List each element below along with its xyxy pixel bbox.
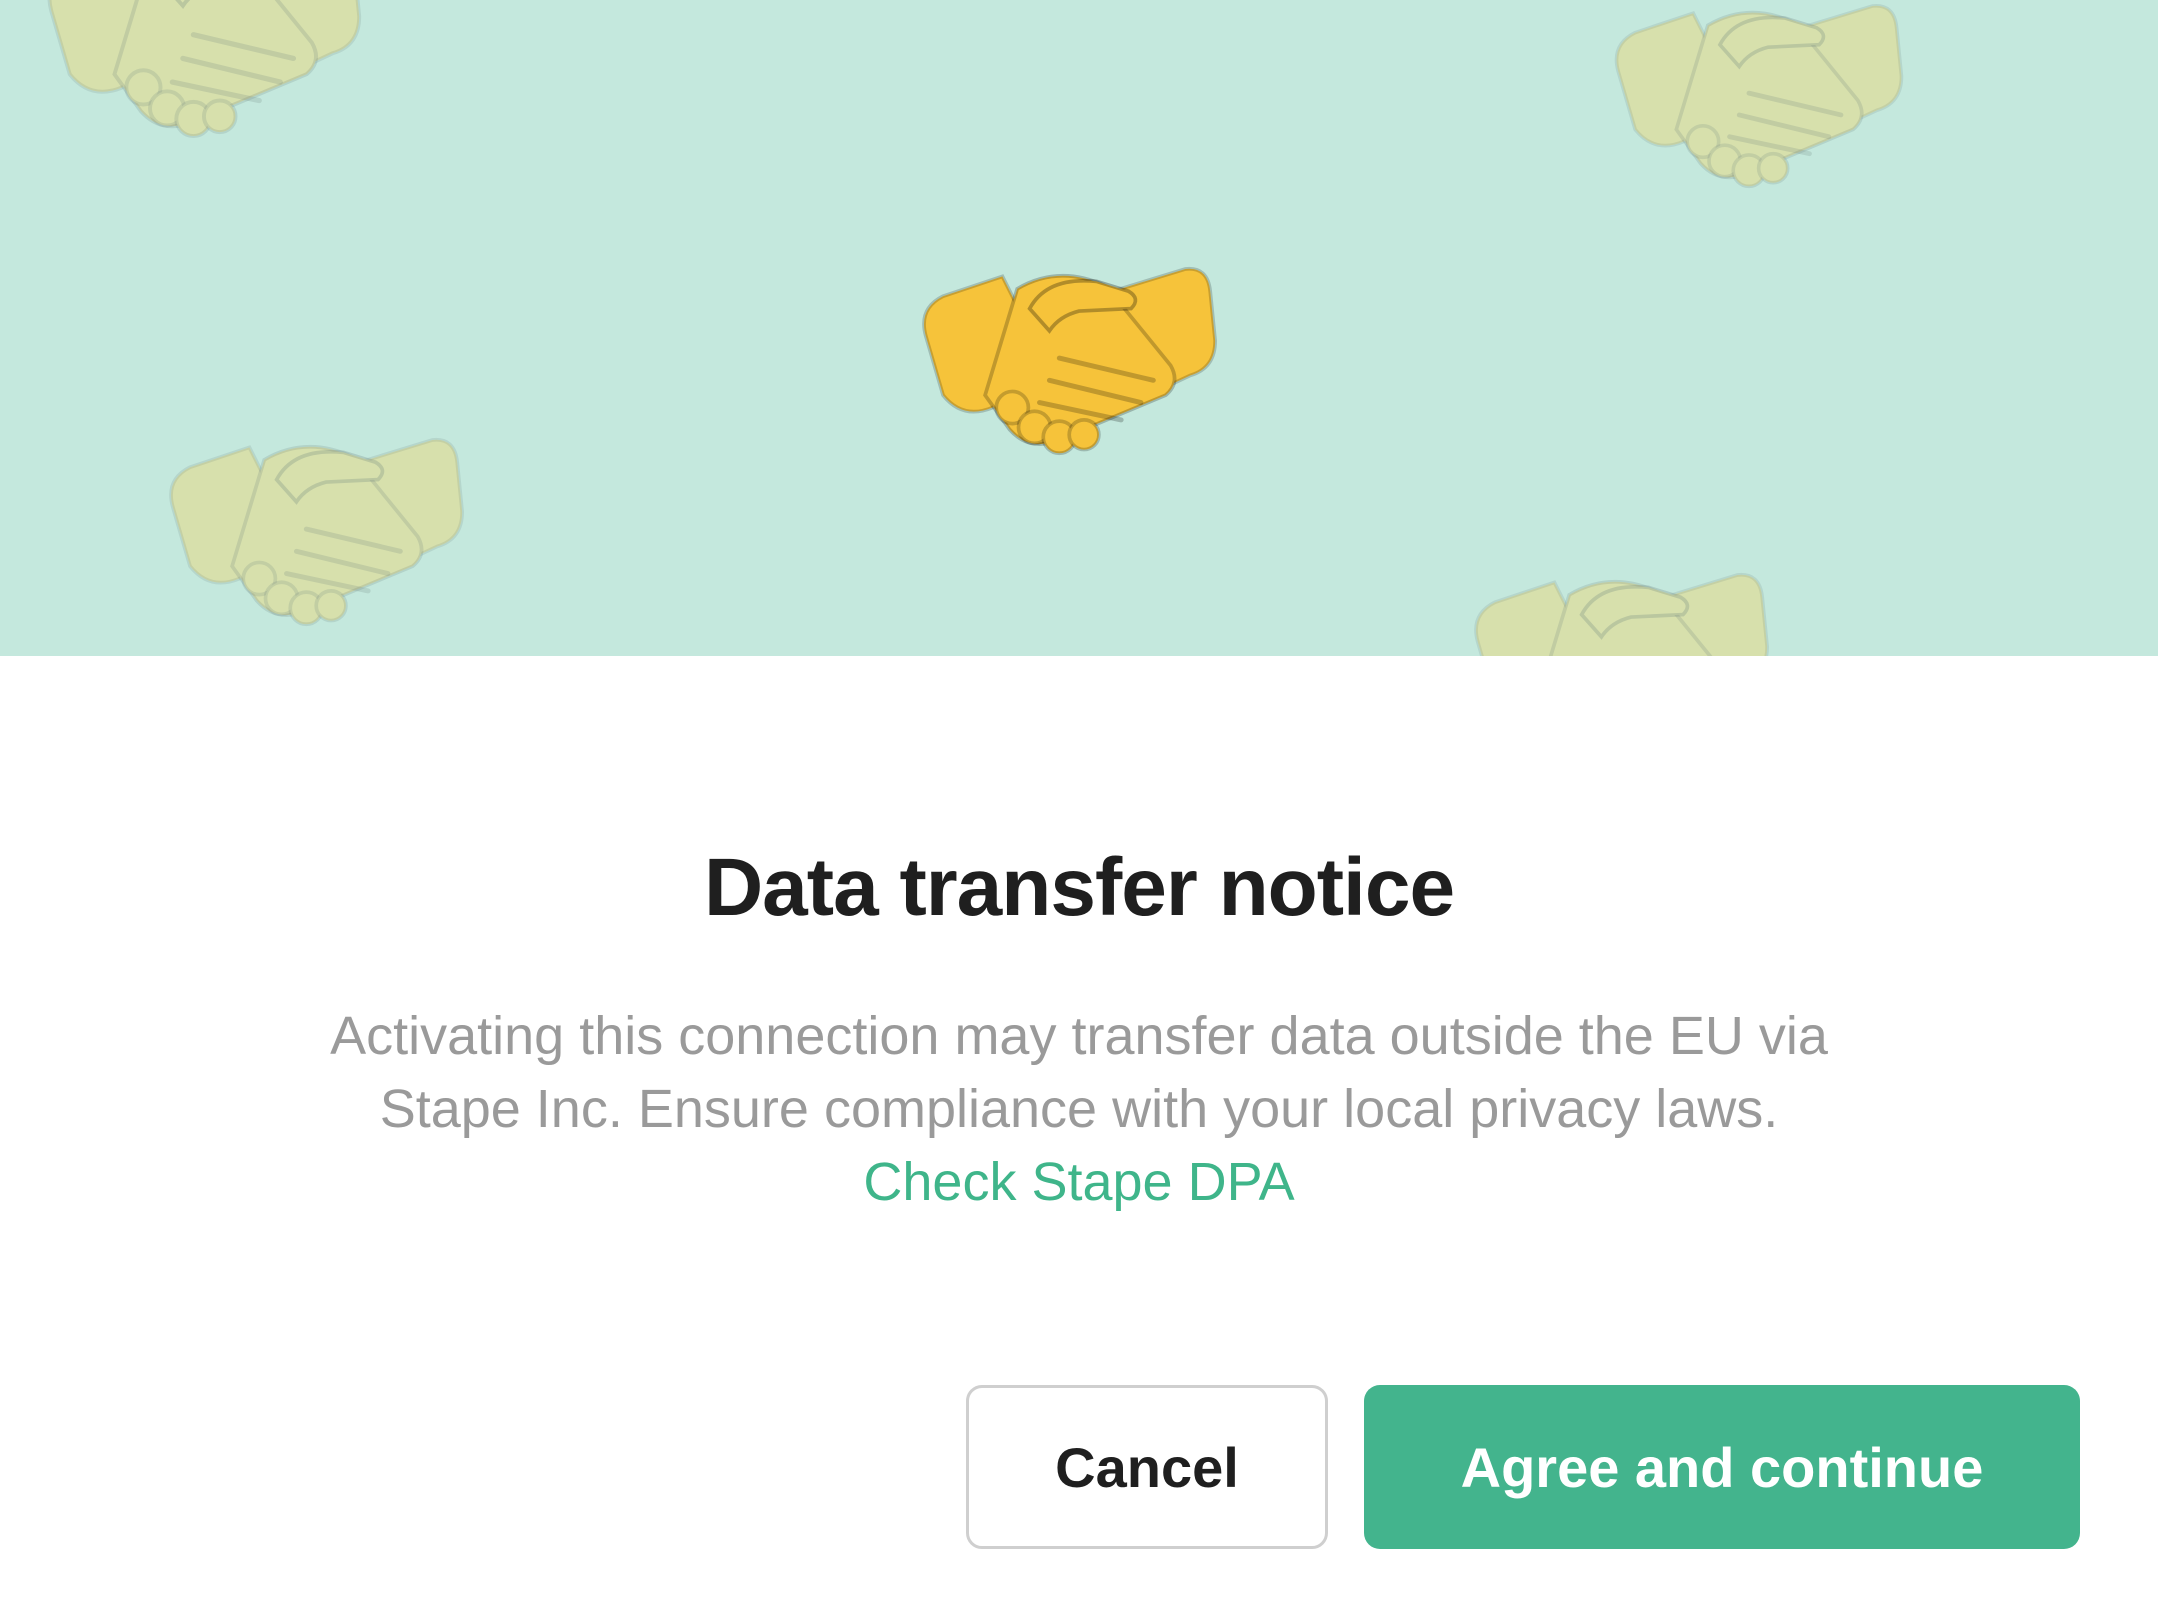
handshake-icon — [30, 0, 370, 140]
check-stape-dpa-link[interactable]: Check Stape DPA — [863, 1152, 1294, 1212]
message-text: Activating this connection may transfer … — [330, 1006, 1828, 1139]
handshake-icon — [893, 222, 1238, 457]
handshake-icon — [140, 393, 485, 628]
handshake-icon — [1445, 528, 1790, 656]
agree-and-continue-button[interactable]: Agree and continue — [1364, 1385, 2080, 1549]
dialog-message: Activating this connection may transfer … — [329, 1000, 1829, 1219]
cancel-button[interactable]: Cancel — [966, 1385, 1328, 1549]
dialog-title: Data transfer notice — [703, 842, 1455, 933]
hero-banner — [0, 0, 2158, 656]
handshake-icon — [1585, 0, 1925, 190]
data-transfer-dialog: Data transfer notice Activating this con… — [0, 0, 2158, 1606]
